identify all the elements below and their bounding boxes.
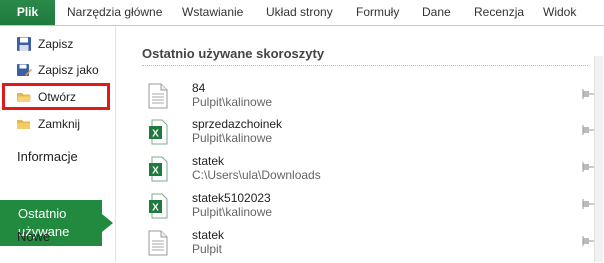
tab-view[interactable]: Widok <box>543 0 576 25</box>
ribbon-tab-bar: Plik Narzędzia główne Wstawianie Układ s… <box>0 0 604 26</box>
excel-file-icon: X <box>149 119 168 145</box>
tab-home[interactable]: Narzędzia główne <box>67 0 162 25</box>
close-label: Zamknij <box>38 117 81 131</box>
close-folder-icon <box>17 120 30 129</box>
svg-text:X: X <box>152 166 159 177</box>
recent-item[interactable]: X sprzedazchoinek Pulpit\kalinowe <box>142 116 604 152</box>
scrollbar[interactable] <box>594 56 603 262</box>
recent-item-name: statek <box>192 154 225 168</box>
pin-icon[interactable] <box>580 199 594 209</box>
save-label: Zapisz <box>38 37 74 51</box>
tab-file[interactable]: Plik <box>0 0 55 25</box>
recent-item[interactable]: X statek5102023 Pulpit\kalinowe <box>142 190 604 226</box>
recent-item-path: Pulpit\kalinowe <box>192 95 273 109</box>
text-file-icon <box>148 230 168 256</box>
new-command[interactable]: Nowe <box>0 227 112 251</box>
recent-item-name: sprzedazchoinek <box>192 117 283 131</box>
excel-file-icon: X <box>149 193 168 219</box>
tab-data[interactable]: Dane <box>422 0 451 25</box>
excel-file-icon: X <box>149 156 168 182</box>
info-label: Informacje <box>17 149 78 164</box>
pin-icon[interactable] <box>580 162 594 172</box>
page-title: Ostatnio używane skoroszyty <box>142 46 325 61</box>
pin-icon[interactable] <box>580 125 594 135</box>
save-as-icon <box>17 64 32 76</box>
recent-item-name: statek <box>192 228 225 242</box>
recent-label-line1: Ostatnio <box>18 206 67 221</box>
tab-formulas[interactable]: Formuły <box>356 0 399 25</box>
tab-insert[interactable]: Wstawianie <box>182 0 243 25</box>
recent-workbooks-panel: Ostatnio używane skoroszyty 84 Pulpit\ka… <box>116 26 604 262</box>
save-as-label: Zapisz jako <box>38 63 99 77</box>
new-label: Nowe <box>17 229 51 244</box>
recent-item-path: C:\Users\ula\Downloads <box>192 168 321 182</box>
info-command[interactable]: Informacje <box>0 147 112 171</box>
tab-page-layout[interactable]: Układ strony <box>266 0 333 25</box>
tab-review[interactable]: Recenzja <box>474 0 524 25</box>
recent-item[interactable]: statek Pulpit <box>142 227 604 263</box>
recent-item-path: Pulpit\kalinowe <box>192 131 273 145</box>
recent-item-path: Pulpit <box>192 242 223 256</box>
recent-item-name: 84 <box>192 81 206 95</box>
svg-text:X: X <box>152 129 159 140</box>
recent-item[interactable]: X statek C:\Users\ula\Downloads <box>142 153 604 189</box>
save-icon <box>17 37 31 51</box>
recent-item-path: Pulpit\kalinowe <box>192 205 273 219</box>
text-file-icon <box>148 83 168 109</box>
recent-item-name: statek5102023 <box>192 191 271 205</box>
save-command[interactable]: Zapisz <box>0 32 112 56</box>
close-command[interactable]: Zamknij <box>0 112 112 136</box>
recent-item[interactable]: 84 Pulpit\kalinowe <box>142 80 604 116</box>
open-highlight-frame <box>2 83 110 110</box>
pin-icon[interactable] <box>580 89 594 99</box>
pin-icon[interactable] <box>580 236 594 246</box>
svg-text:X: X <box>152 203 159 214</box>
save-as-command[interactable]: Zapisz jako <box>0 58 112 82</box>
backstage-sidebar: Zapisz Zapisz jako Otwórz Zamknij Inform… <box>0 26 116 262</box>
title-divider <box>142 65 588 66</box>
